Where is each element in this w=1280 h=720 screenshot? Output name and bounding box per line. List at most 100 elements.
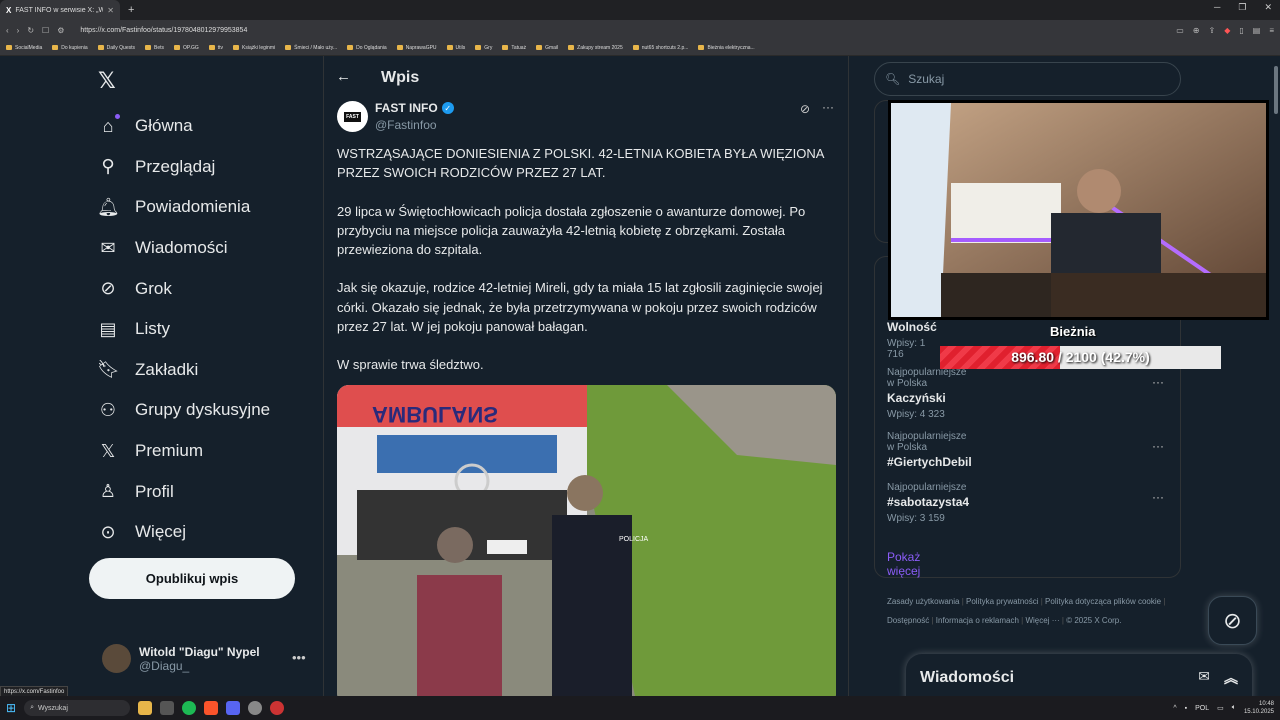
app-icon[interactable] xyxy=(270,701,285,715)
messages-drawer[interactable]: Wiadomości ✉︎ ︽ xyxy=(906,654,1252,702)
wallet-icon[interactable]: ▤ xyxy=(1253,26,1261,35)
bookmark-item[interactable]: ttv xyxy=(209,45,223,51)
new-message-icon[interactable]: ✉︎ xyxy=(1198,668,1210,688)
bookmark-item[interactable]: Gry xyxy=(475,45,492,51)
file-explorer-icon[interactable] xyxy=(138,701,153,715)
nav-item-9[interactable]: ♙ Profil xyxy=(97,471,270,512)
trend-item[interactable]: Najpopularniejsze w Polska #GiertychDebil xyxy=(887,431,972,469)
trend-more-icon[interactable]: ··· xyxy=(1152,439,1164,453)
trend-item[interactable]: Wolność Wpisy: 1 716 xyxy=(887,318,937,360)
menu-icon[interactable]: ≡ xyxy=(1269,26,1274,35)
bookmark-page-icon[interactable]: ☐ xyxy=(42,26,49,35)
nav-item-10[interactable]: ⊙ Więcej xyxy=(97,512,270,553)
browser-tab[interactable]: X FAST INFO w serwisie X: „WSTRZ... ✕ xyxy=(0,0,120,20)
bookmark-icon: 🔖︎ xyxy=(97,359,120,380)
trend-more-icon[interactable]: ··· xyxy=(1152,375,1164,389)
author-handle[interactable]: @Fastinfoo xyxy=(375,118,437,132)
trend-more-icon[interactable]: ··· xyxy=(1152,490,1164,504)
brave-shield-icon[interactable]: ◆ xyxy=(1224,26,1230,35)
back-arrow-icon[interactable]: ← xyxy=(336,68,351,85)
discord-icon[interactable] xyxy=(226,701,241,715)
close-tab-icon[interactable]: ✕ xyxy=(107,6,114,15)
footer-link[interactable]: Zasady użytkowania xyxy=(887,597,959,606)
close-window-icon[interactable]: ✕ xyxy=(1264,2,1272,13)
bookmark-item[interactable]: Bets xyxy=(145,45,164,51)
bookmark-item[interactable]: Gmail xyxy=(536,45,558,51)
toolbar-icons: ▭ ⊕ ⇪ ◆ ▯ ▤ ≡ xyxy=(1176,26,1274,35)
account-switcher[interactable]: Witold "Diagu" Nypel @Diagu_ ••• xyxy=(102,644,312,673)
nav-item-4[interactable]: ⊘ Grok xyxy=(97,268,270,309)
share-icon[interactable]: ⇪ xyxy=(1209,26,1216,35)
nav-item-2[interactable]: 🔔︎ Powiadomienia xyxy=(97,187,270,228)
language-indicator[interactable]: POL xyxy=(1195,705,1209,712)
bookmark-item[interactable]: nut65 shortcuts 2.p... xyxy=(633,45,689,51)
bookmark-item[interactable]: Do kupienia xyxy=(52,45,87,51)
footer-link[interactable]: Dostępność xyxy=(887,616,929,625)
scrollbar-thumb[interactable] xyxy=(1274,66,1278,114)
post-more-icon[interactable]: ··· xyxy=(822,100,834,114)
maximize-icon[interactable]: ❐ xyxy=(1238,2,1246,13)
network-icon[interactable]: ▭ xyxy=(1217,704,1224,712)
footer-link[interactable]: Polityka prywatności xyxy=(966,597,1038,606)
nav-item-5[interactable]: ▤ Listy xyxy=(97,309,270,350)
url-field[interactable]: https://x.com/Fastinfoo/status/197804801… xyxy=(72,27,1168,34)
sidebar-icon[interactable]: ▯ xyxy=(1239,26,1243,35)
footer-link[interactable]: Więcej ··· xyxy=(1025,616,1059,625)
trend-title: Kaczyński xyxy=(887,391,946,405)
nav-item-1[interactable]: ⚲ Przeglądaj xyxy=(97,147,270,188)
footer-link[interactable]: Polityka dotycząca plików cookie xyxy=(1045,597,1161,606)
scrollbar[interactable] xyxy=(1272,56,1280,696)
volume-icon[interactable]: 🔈︎ xyxy=(1232,704,1236,712)
clock[interactable]: 10:48 15.10.2025 xyxy=(1244,700,1274,716)
nav-item-6[interactable]: 🔖︎ Zakładki xyxy=(97,350,270,391)
bookmark-item[interactable]: Książki leginmi xyxy=(233,45,275,51)
zoom-icon[interactable]: ⊕ xyxy=(1193,26,1200,35)
nav-item-0[interactable]: ⌂ Główna xyxy=(97,106,270,147)
more-dots-icon[interactable]: ••• xyxy=(292,650,306,665)
tray-app-icon[interactable]: ▪ xyxy=(1185,705,1187,712)
nav-item-8[interactable]: 𝕏 Premium xyxy=(97,431,270,472)
tray-chevron-icon[interactable]: ^ xyxy=(1173,705,1176,712)
steam-icon[interactable] xyxy=(248,701,263,715)
expand-icon[interactable]: ︽ xyxy=(1224,668,1238,688)
new-tab-button[interactable]: + xyxy=(128,4,134,16)
nav-item-3[interactable]: ✉︎ Wiadomości xyxy=(97,228,270,269)
bookmark-item[interactable]: OP.GG xyxy=(174,45,199,51)
grok-icon[interactable]: ⊘ xyxy=(800,102,810,116)
x-logo-icon[interactable]: 𝕏 xyxy=(98,68,116,94)
minimize-icon[interactable]: ─ xyxy=(1214,2,1220,13)
site-info-icon[interactable]: ⚙ xyxy=(57,26,64,35)
trend-item[interactable]: Najpopularniejsze w Polska Kaczyński Wpisy… xyxy=(887,367,967,420)
search-box[interactable]: 🔍︎ Szukaj xyxy=(874,62,1181,96)
trend-item[interactable]: Najpopularniejsze #sabotazysta4 Wpisy: 3 1… xyxy=(887,482,969,524)
publish-button[interactable]: Opublikuj wpis xyxy=(89,558,295,599)
spotify-icon[interactable] xyxy=(182,701,197,715)
bookmark-item[interactable]: Zakupy stream 2025 xyxy=(568,45,623,51)
author-avatar[interactable]: FAST xyxy=(337,101,368,132)
store-icon[interactable] xyxy=(160,701,175,715)
show-more-link[interactable]: Pokaż więcej xyxy=(887,550,920,578)
taskbar-search[interactable]: ⌕ Wyszukaj xyxy=(24,700,131,716)
bookmark-item[interactable]: Daily Quests xyxy=(98,45,135,51)
forward-icon[interactable]: › xyxy=(17,26,20,35)
screen-icon[interactable]: ▭ xyxy=(1176,26,1184,35)
nav-item-7[interactable]: ⚇ Grupy dyskusyjne xyxy=(97,390,270,431)
bookmark-item[interactable]: Tatuaż xyxy=(502,45,526,51)
windows-start-icon[interactable]: ⊞ xyxy=(6,701,16,715)
bookmark-item[interactable]: SocialMedia xyxy=(6,45,42,51)
author-name[interactable]: FAST INFO ✓ xyxy=(375,101,454,115)
bookmark-item[interactable]: Bieżnia elektryczna... xyxy=(698,45,754,51)
footer-link[interactable]: Informacja o reklamach xyxy=(936,616,1019,625)
bookmark-item[interactable]: Utils xyxy=(447,45,466,51)
bookmark-item[interactable]: Śmieci / Mało uży... xyxy=(285,45,337,51)
grok-fab-button[interactable]: ⊘ xyxy=(1208,596,1257,645)
back-icon[interactable]: ‹ xyxy=(6,26,9,35)
post-image[interactable]: AMBULANS POLICJA xyxy=(337,385,836,696)
footer-link[interactable]: © 2025 X Corp. xyxy=(1066,616,1121,625)
trend-title: Wolność xyxy=(887,320,937,334)
bookmark-item[interactable]: Do Oglądania xyxy=(347,45,387,51)
bookmarks-bar: SocialMedia Do kupienia Daily Quests Bets OP… xyxy=(0,40,1280,56)
brave-icon[interactable] xyxy=(204,701,219,715)
bookmark-item[interactable]: NaprawaGPU xyxy=(397,45,437,51)
reload-icon[interactable]: ↻ xyxy=(27,26,34,35)
